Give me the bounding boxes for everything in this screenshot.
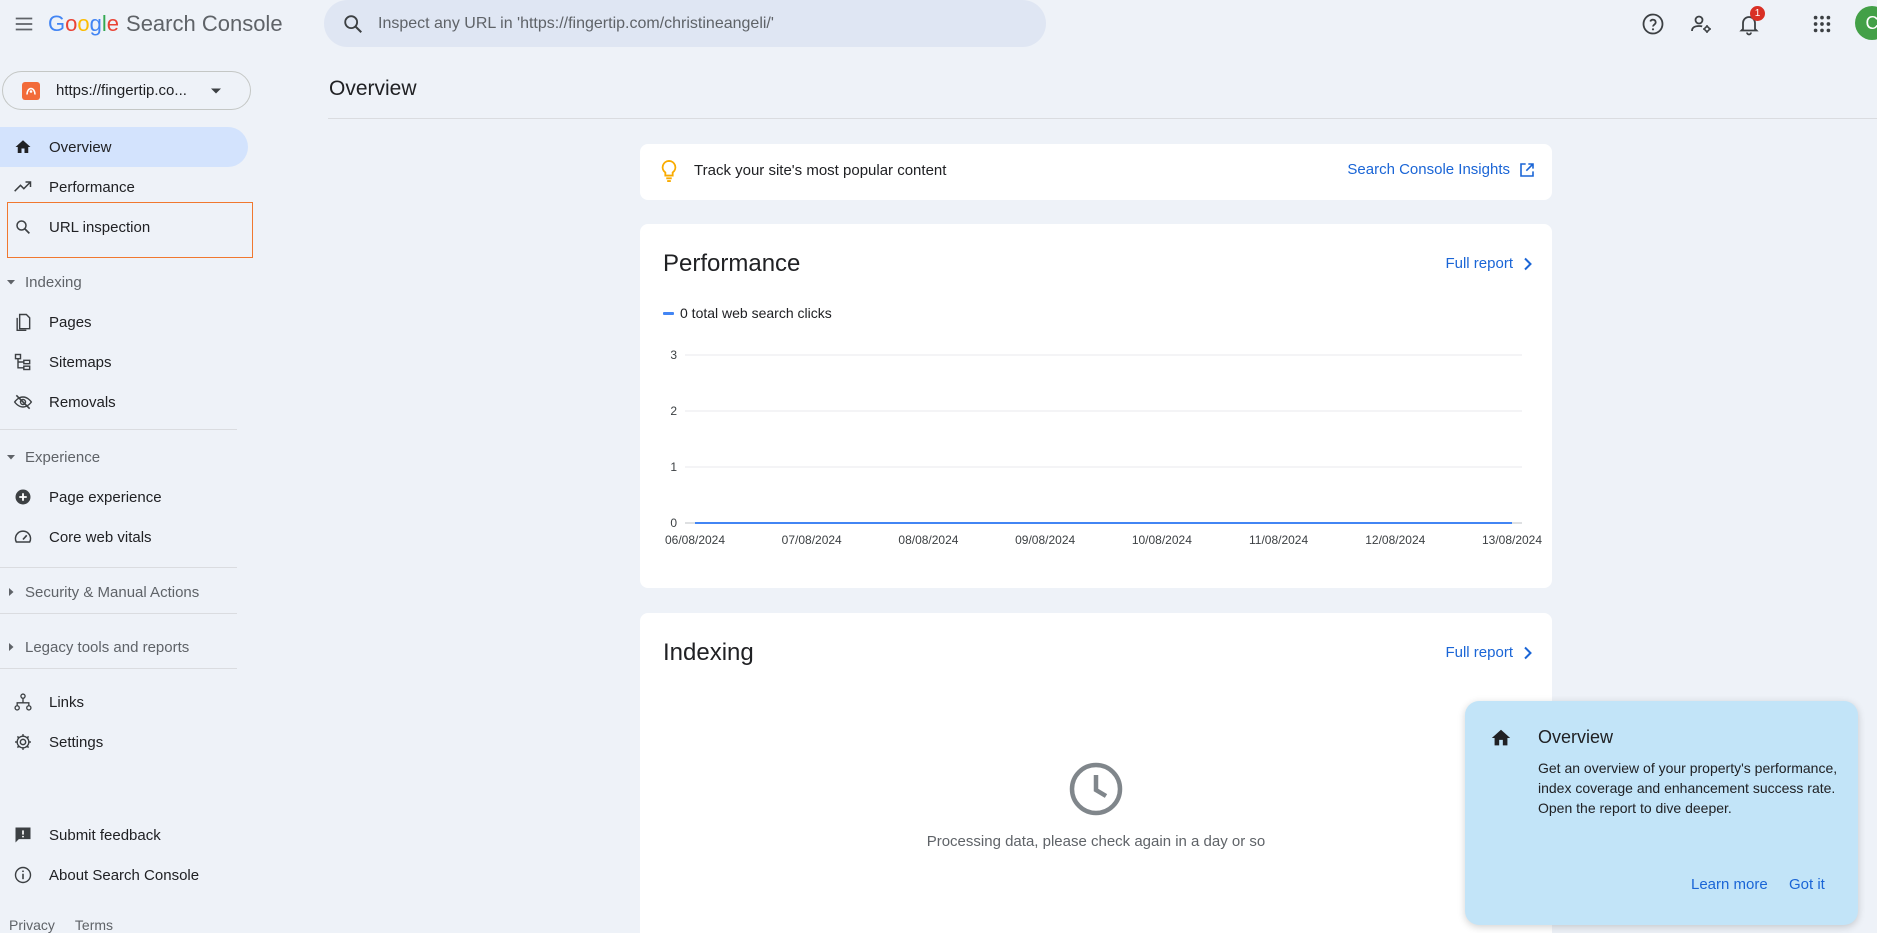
property-selector[interactable]: https://fingertip.co... — [2, 71, 251, 110]
chevron-down-icon — [210, 87, 222, 95]
help-icon[interactable] — [1637, 8, 1669, 40]
header-divider — [328, 118, 1877, 119]
x-tick-label: 10/08/2024 — [1132, 533, 1192, 547]
lightbulb-icon — [658, 159, 680, 183]
avatar[interactable]: C — [1855, 6, 1877, 40]
sidebar-item-submit-feedback[interactable]: Submit feedback — [0, 815, 248, 855]
sidebar-section-experience[interactable]: Experience — [0, 442, 240, 472]
clock-icon — [1068, 761, 1124, 817]
speed-icon — [13, 527, 33, 547]
add-circle-icon — [13, 487, 33, 507]
insights-tip-card: Track your site's most popular content S… — [640, 144, 1552, 200]
search-icon — [342, 13, 364, 35]
sidebar-item-label: Performance — [49, 178, 135, 196]
sitemap-icon — [13, 352, 33, 372]
notification-badge: 1 — [1750, 6, 1765, 21]
sidebar-item-links[interactable]: Links — [0, 682, 248, 722]
sidebar-footer: Privacy Terms — [9, 917, 113, 933]
sidebar-item-page-experience[interactable]: Page experience — [0, 477, 248, 517]
sidebar-section-security[interactable]: Security & Manual Actions — [0, 577, 240, 607]
overview-tooltip-popup: Overview Get an overview of your propert… — [1465, 701, 1858, 925]
eye-off-icon — [13, 392, 33, 412]
sidebar-item-pages[interactable]: Pages — [0, 302, 248, 342]
sidebar-section-indexing[interactable]: Indexing — [0, 267, 240, 297]
sidebar-section-legacy[interactable]: Legacy tools and reports — [0, 632, 240, 662]
sidebar-item-sitemaps[interactable]: Sitemaps — [0, 342, 248, 382]
sidebar-item-overview[interactable]: Overview — [0, 127, 248, 167]
performance-chart: 0 1 2 3 06/08/2024 07/08/2024 08/08/2024 09/08/… — [665, 348, 1542, 547]
indexing-full-report-link[interactable]: Full report — [1445, 644, 1533, 661]
property-favicon-icon — [22, 81, 40, 100]
caret-down-icon — [6, 277, 16, 287]
sidebar-item-core-web-vitals[interactable]: Core web vitals — [0, 517, 248, 557]
y-tick-label: 0 — [670, 516, 677, 530]
learn-more-button[interactable]: Learn more — [1691, 876, 1768, 893]
performance-card: Performance Full report 0 total web sear… — [640, 224, 1552, 588]
sidebar-divider — [0, 668, 237, 669]
caret-right-icon — [6, 642, 16, 652]
x-tick-label: 11/08/2024 — [1249, 533, 1308, 547]
notifications-icon[interactable]: 1 — [1733, 6, 1765, 40]
sidebar-divider — [0, 613, 237, 614]
chevron-right-icon — [1523, 646, 1533, 660]
google-search-console-logo[interactable]: Google Search Console — [48, 11, 283, 37]
sidebar-item-settings[interactable]: Settings — [0, 722, 248, 762]
sidebar-item-performance[interactable]: Performance — [0, 167, 248, 207]
menu-icon[interactable] — [8, 8, 40, 40]
pages-icon — [13, 312, 33, 332]
sidebar-divider — [0, 567, 237, 568]
search-console-insights-link[interactable]: Search Console Insights — [1347, 161, 1535, 178]
x-tick-label: 13/08/2024 — [1482, 533, 1542, 547]
sidebar-item-label: URL inspection — [49, 218, 151, 236]
x-tick-label: 07/08/2024 — [782, 533, 842, 547]
x-tick-label: 08/08/2024 — [898, 533, 958, 547]
indexing-title: Indexing — [663, 639, 754, 666]
terms-link[interactable]: Terms — [75, 917, 113, 933]
sidebar-item-url-inspection[interactable]: URL inspection — [0, 207, 248, 247]
home-icon — [1490, 727, 1512, 749]
caret-right-icon — [6, 587, 16, 597]
page-title: Overview — [329, 77, 417, 100]
gear-icon — [13, 732, 33, 752]
x-tick-label: 09/08/2024 — [1015, 533, 1075, 547]
links-icon — [13, 692, 33, 712]
x-tick-label: 12/08/2024 — [1365, 533, 1425, 547]
trending-up-icon — [13, 177, 33, 197]
privacy-link[interactable]: Privacy — [9, 917, 55, 933]
apps-grid-icon[interactable] — [1806, 8, 1838, 40]
info-icon — [13, 865, 33, 885]
manage-users-icon[interactable] — [1685, 8, 1717, 40]
feedback-icon — [13, 825, 33, 845]
sidebar-item-label: Overview — [49, 138, 112, 156]
search-input[interactable] — [378, 14, 1046, 33]
top-bar: Google Search Console 1 C — [0, 0, 1877, 48]
sidebar-item-about[interactable]: About Search Console — [0, 855, 248, 895]
got-it-button[interactable]: Got it — [1789, 876, 1825, 893]
property-label: https://fingertip.co... — [56, 82, 187, 99]
sidebar-item-removals[interactable]: Removals — [0, 382, 248, 422]
home-icon — [13, 137, 33, 157]
y-tick-label: 2 — [670, 404, 677, 418]
popup-body: Get an overview of your property's perfo… — [1538, 760, 1838, 816]
indexing-card: Indexing Full report Processing data, pl… — [640, 613, 1552, 933]
x-tick-label: 06/08/2024 — [665, 533, 725, 547]
sidebar-divider — [0, 429, 237, 430]
y-tick-label: 1 — [670, 460, 677, 474]
search-icon — [13, 217, 33, 237]
processing-message: Processing data, please check again in a… — [926, 833, 1266, 850]
processing-state: Processing data, please check again in a… — [640, 761, 1552, 850]
url-inspection-search[interactable] — [324, 0, 1046, 47]
popup-title: Overview — [1538, 727, 1614, 747]
tip-text: Track your site's most popular content — [694, 162, 947, 179]
open-in-new-icon — [1519, 162, 1535, 178]
product-name: Search Console — [126, 11, 283, 36]
caret-down-icon — [6, 452, 16, 462]
y-tick-label: 3 — [670, 348, 677, 362]
